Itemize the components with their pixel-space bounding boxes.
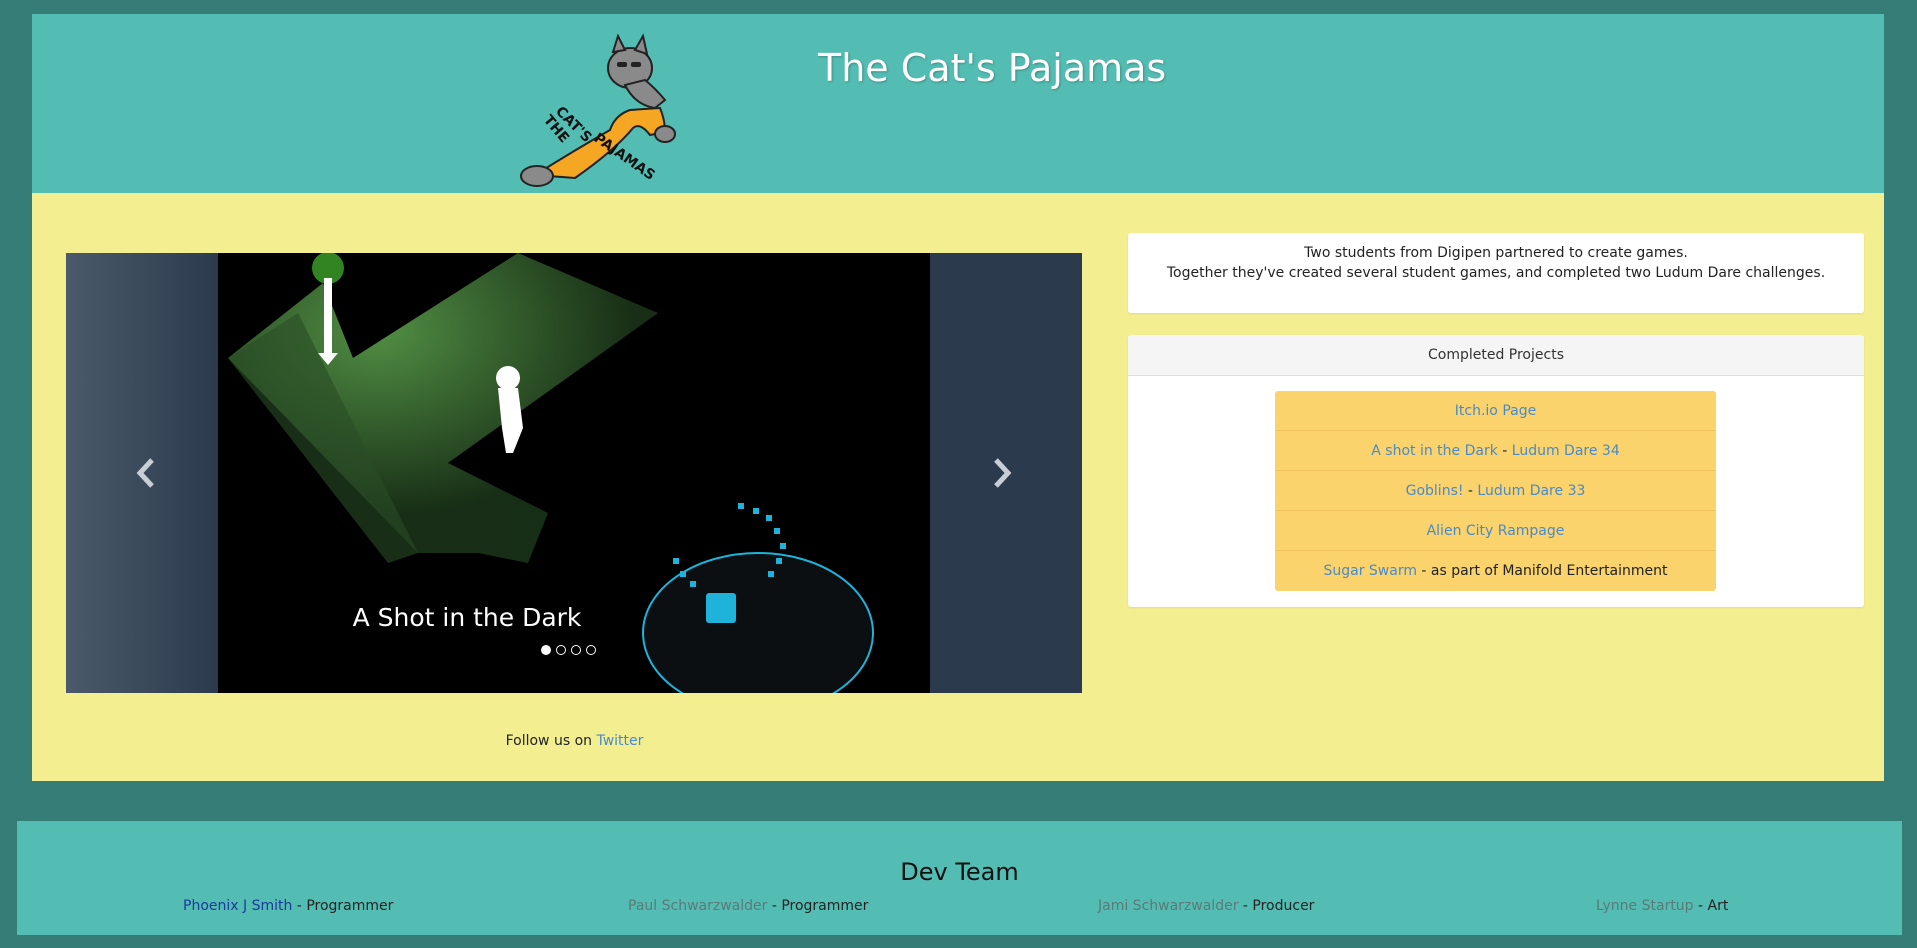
chevron-left-icon [136, 458, 154, 488]
project-separator: - [1416, 563, 1431, 579]
carousel-indicators [541, 645, 596, 655]
carousel-prev-button[interactable] [126, 453, 166, 493]
project-link[interactable]: A shot in the Dark [1371, 443, 1498, 459]
project-item-sugar-swarm: Sugar Swarm - as part of Manifold Entert… [1275, 551, 1716, 591]
project-item-alien-city-rampage: Alien City Rampage [1275, 511, 1716, 551]
team-member: Phoenix J Smith - Programmer [183, 898, 394, 914]
team-member-role: Producer [1252, 898, 1315, 914]
carousel-caption: A Shot in the Dark [352, 603, 582, 632]
team-member-role: Programmer [306, 898, 394, 914]
carousel-indicator[interactable] [571, 645, 581, 655]
team-member-name: Jami Schwarzwalder [1098, 898, 1239, 914]
carousel-indicator[interactable] [541, 645, 551, 655]
team-member-name: Paul Schwarzwalder [628, 898, 768, 914]
project-separator: - [1463, 483, 1478, 499]
project-link[interactable]: Alien City Rampage [1427, 523, 1565, 539]
team-member-role: Art [1707, 898, 1729, 914]
dev-team-footer: Dev Team Phoenix J Smith - Programmer Pa… [17, 821, 1902, 935]
ludum-dare-link[interactable]: Ludum Dare 34 [1512, 443, 1620, 459]
team-member: Lynne Startup - Art [1596, 898, 1729, 914]
page: THE CAT'S PAJAMAS The Cat's Pajamas A Sh… [0, 0, 1917, 948]
project-item-itchio: Itch.io Page [1275, 391, 1716, 431]
project-item-goblins: Goblins! - Ludum Dare 33 [1275, 471, 1716, 511]
image-carousel: A Shot in the Dark [66, 253, 1082, 693]
project-link[interactable]: Goblins! [1406, 483, 1464, 499]
projects-heading: Completed Projects [1128, 335, 1864, 376]
team-member-role: Programmer [781, 898, 869, 914]
ludum-dare-link[interactable]: Ludum Dare 33 [1477, 483, 1585, 499]
team-member: Jami Schwarzwalder - Producer [1098, 898, 1315, 914]
cats-pajamas-logo: THE CAT'S PAJAMAS [520, 33, 676, 187]
main-content: A Shot in the Dark Follow us on Twitter … [32, 193, 1884, 781]
carousel-next-button[interactable] [982, 453, 1022, 493]
dev-team-title: Dev Team [900, 858, 1019, 886]
projects-panel: Completed Projects Itch.io Page A shot i… [1128, 335, 1864, 607]
team-member-name[interactable]: Phoenix J Smith [183, 898, 292, 914]
about-line-1: Two students from Digipen partnered to c… [1304, 245, 1688, 261]
chevron-right-icon [994, 458, 1012, 488]
site-title: The Cat's Pajamas [818, 46, 1167, 90]
carousel-indicator[interactable] [586, 645, 596, 655]
project-note: as part of Manifold Entertainment [1430, 563, 1668, 579]
project-link[interactable]: Itch.io Page [1455, 403, 1536, 419]
site-header: THE CAT'S PAJAMAS The Cat's Pajamas [32, 14, 1884, 193]
carousel-indicator[interactable] [556, 645, 566, 655]
project-list: Itch.io Page A shot in the Dark - Ludum … [1275, 391, 1716, 591]
project-separator: - [1497, 443, 1512, 459]
project-item-shot-in-the-dark: A shot in the Dark - Ludum Dare 34 [1275, 431, 1716, 471]
about-panel: Two students from Digipen partnered to c… [1128, 233, 1864, 313]
project-link[interactable]: Sugar Swarm [1323, 563, 1417, 579]
follow-us: Follow us on Twitter [32, 733, 1117, 749]
team-member-name: Lynne Startup [1596, 898, 1694, 914]
follow-text: Follow us on [505, 733, 597, 749]
twitter-link[interactable]: Twitter [596, 733, 643, 749]
team-member: Paul Schwarzwalder - Programmer [628, 898, 869, 914]
about-line-2: Together they've created several student… [1166, 265, 1826, 281]
